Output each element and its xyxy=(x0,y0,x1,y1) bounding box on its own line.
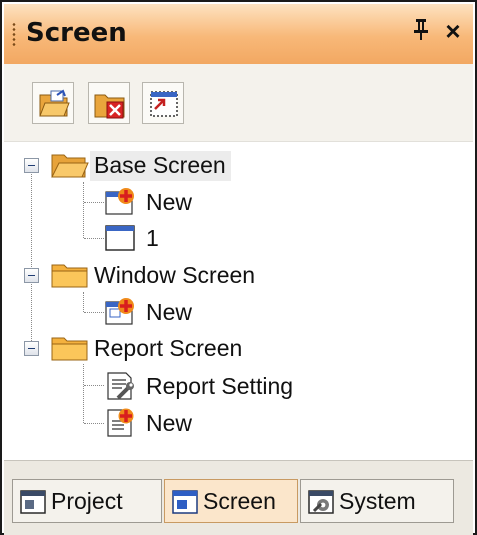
delete-folder-icon xyxy=(94,94,125,119)
tree-node-base-1[interactable]: 1 xyxy=(142,224,164,254)
tree-connector xyxy=(84,238,104,239)
tree-node-window-new[interactable]: New xyxy=(142,298,197,328)
tree-connector xyxy=(83,292,84,312)
collapse-toggle-report-screen[interactable] xyxy=(24,341,39,356)
delete-screen-button[interactable] xyxy=(88,82,130,124)
project-tab-icon xyxy=(20,490,46,514)
tree-node-window-screen[interactable]: Window Screen xyxy=(90,261,260,291)
new-screen-icon xyxy=(105,298,134,325)
close-button[interactable]: × xyxy=(440,16,466,46)
screen-properties-icon xyxy=(150,91,178,117)
tree-node-report-screen[interactable]: Report Screen xyxy=(90,334,247,364)
tree-node-base-new[interactable]: New xyxy=(142,188,197,218)
tree-connector xyxy=(84,385,104,386)
new-report-icon xyxy=(107,408,134,437)
tab-system[interactable]: System xyxy=(300,479,454,523)
tab-label: System xyxy=(339,488,416,514)
collapse-toggle-window-screen[interactable] xyxy=(24,268,39,283)
open-folder-icon xyxy=(51,154,89,178)
screen-toolbar xyxy=(4,64,473,142)
open-folder-icon xyxy=(39,89,70,117)
tree-node-base-screen[interactable]: Base Screen xyxy=(90,151,231,181)
screen-panel: Screen × Base Screen New 1 Window Screen… xyxy=(0,0,477,535)
tree-connector xyxy=(83,182,84,238)
collapse-toggle-base-screen[interactable] xyxy=(24,158,39,173)
close-icon: × xyxy=(445,16,461,46)
tree-connector xyxy=(84,202,104,203)
panel-title: Screen xyxy=(26,18,127,48)
drag-grip-icon[interactable] xyxy=(12,22,16,48)
folder-icon xyxy=(51,337,88,361)
window-screen-icon xyxy=(105,225,135,251)
tree-node-report-new[interactable]: New xyxy=(142,409,197,439)
pin-button[interactable] xyxy=(410,16,432,46)
tree-connector xyxy=(84,312,104,313)
open-screen-button[interactable] xyxy=(32,82,74,124)
tab-label: Project xyxy=(51,488,123,514)
folder-icon xyxy=(51,264,88,288)
pin-icon xyxy=(414,19,428,40)
tree-node-report-setting[interactable]: Report Setting xyxy=(142,372,298,402)
tree-connector xyxy=(83,364,84,423)
screen-tree[interactable]: Base Screen New 1 Window Screen New Repo… xyxy=(4,142,473,460)
tree-connector xyxy=(84,423,104,424)
system-tab-icon xyxy=(308,490,334,514)
screen-properties-button[interactable] xyxy=(142,82,184,124)
tree-connector xyxy=(31,174,32,347)
panel-tab-bar: Project Screen System xyxy=(4,460,473,535)
panel-title-bar[interactable]: Screen × xyxy=(4,4,473,64)
tab-label: Screen xyxy=(203,488,276,514)
tab-project[interactable]: Project xyxy=(12,479,162,523)
report-setting-icon xyxy=(107,372,134,400)
screen-tab-icon xyxy=(172,490,198,514)
new-screen-icon xyxy=(105,188,134,215)
tab-screen[interactable]: Screen xyxy=(164,479,298,523)
